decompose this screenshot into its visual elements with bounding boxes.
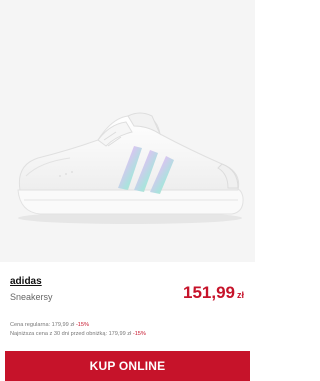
regular-price-text: Cena regularna: 179,99 zł [10,322,76,328]
regular-price-discount: -15% [75,322,89,328]
sneaker-illustration [17,112,244,224]
buy-online-button[interactable]: KUP ONLINE [5,351,250,381]
lowest-price-text: Najniższa cena z 30 dni przed obniżką: 1… [10,331,133,337]
product-image[interactable] [0,0,255,262]
lowest-price-note: Najniższa cena z 30 dni przed obniżką: 1… [10,331,146,338]
brand-link[interactable]: adidas [10,276,42,288]
price: 151,99 zł [183,283,244,305]
price-value: 151,99 [182,283,235,302]
lowest-price-discount: -15% [132,331,146,337]
price-currency: zł [236,290,244,300]
product-type: Sneakersy [10,292,53,302]
regular-price-note: Cena regularna: 179,99 zł -15% [10,322,89,329]
product-card[interactable]: adidas Sneakersy 151,99 zł Cena regularna… [0,0,255,381]
